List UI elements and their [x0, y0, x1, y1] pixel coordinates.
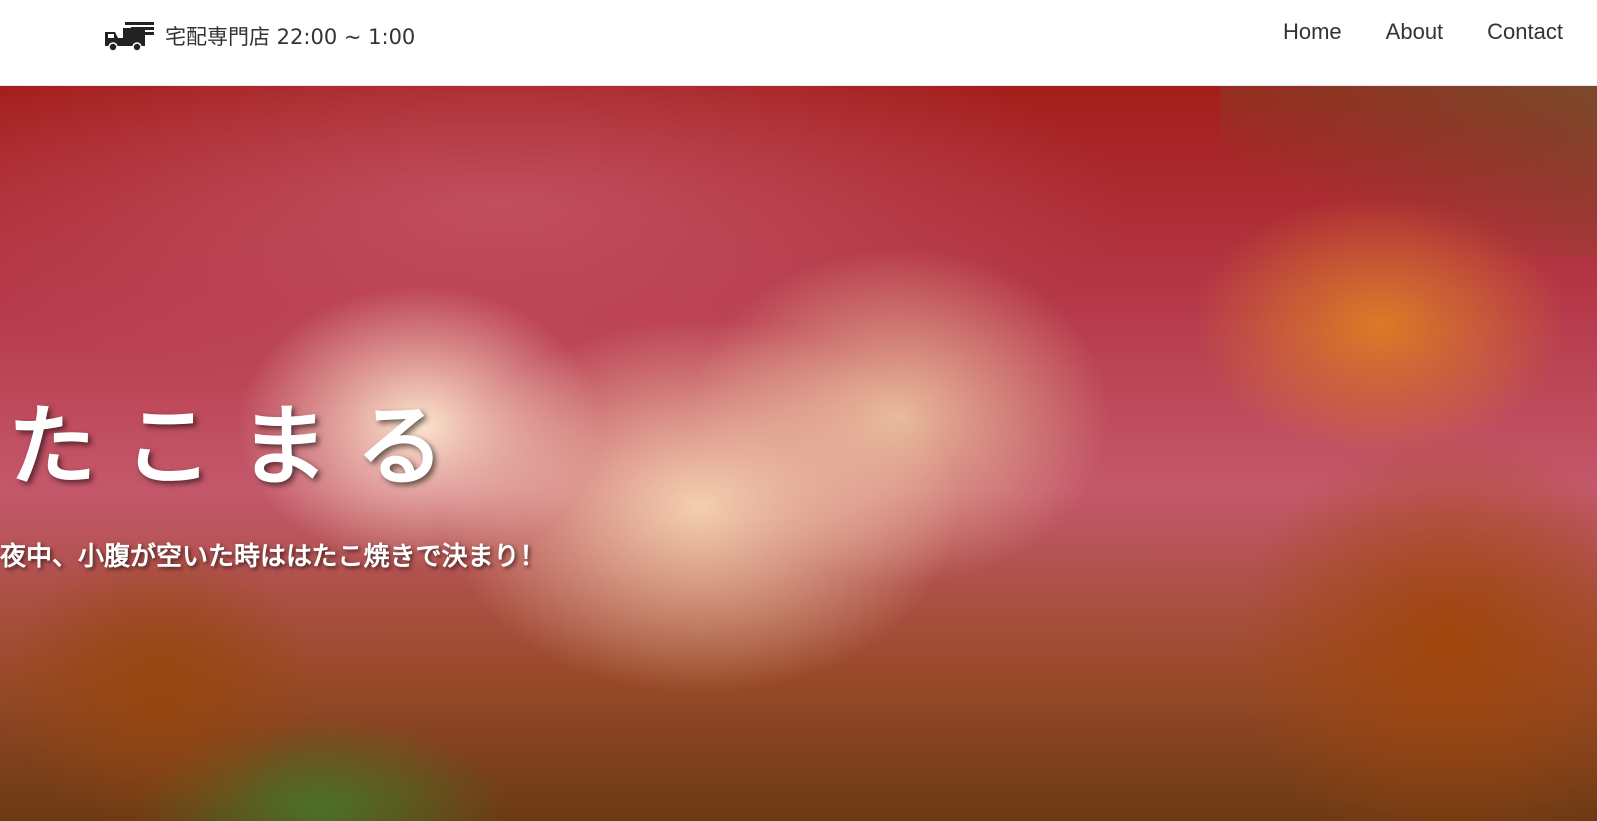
brand-link[interactable]: 宅配専門店 22:00 ~ 1:00 [101, 20, 415, 52]
hero-subtitle: 夜中、小腹が空いた時ははたこ焼きで決まり！ [0, 542, 546, 572]
nav-about-link[interactable]: About [1386, 18, 1444, 46]
hero-banner: たこまる 夜中、小腹が空いた時ははたこ焼きで決まり！ [0, 86, 1597, 821]
main-nav: Home About Contact [1239, 18, 1563, 46]
takoyaki-photo [1220, 86, 1597, 256]
hero-title: たこまる [8, 394, 473, 498]
brand-text: 宅配専門店 22:00 ~ 1:00 [165, 25, 416, 49]
site-header: 宅配専門店 22:00 ~ 1:00 Home About Contact [0, 0, 1597, 86]
nav-home-link[interactable]: Home [1283, 18, 1342, 46]
nav-contact-link[interactable]: Contact [1487, 18, 1563, 46]
delivery-truck-icon [101, 20, 156, 52]
